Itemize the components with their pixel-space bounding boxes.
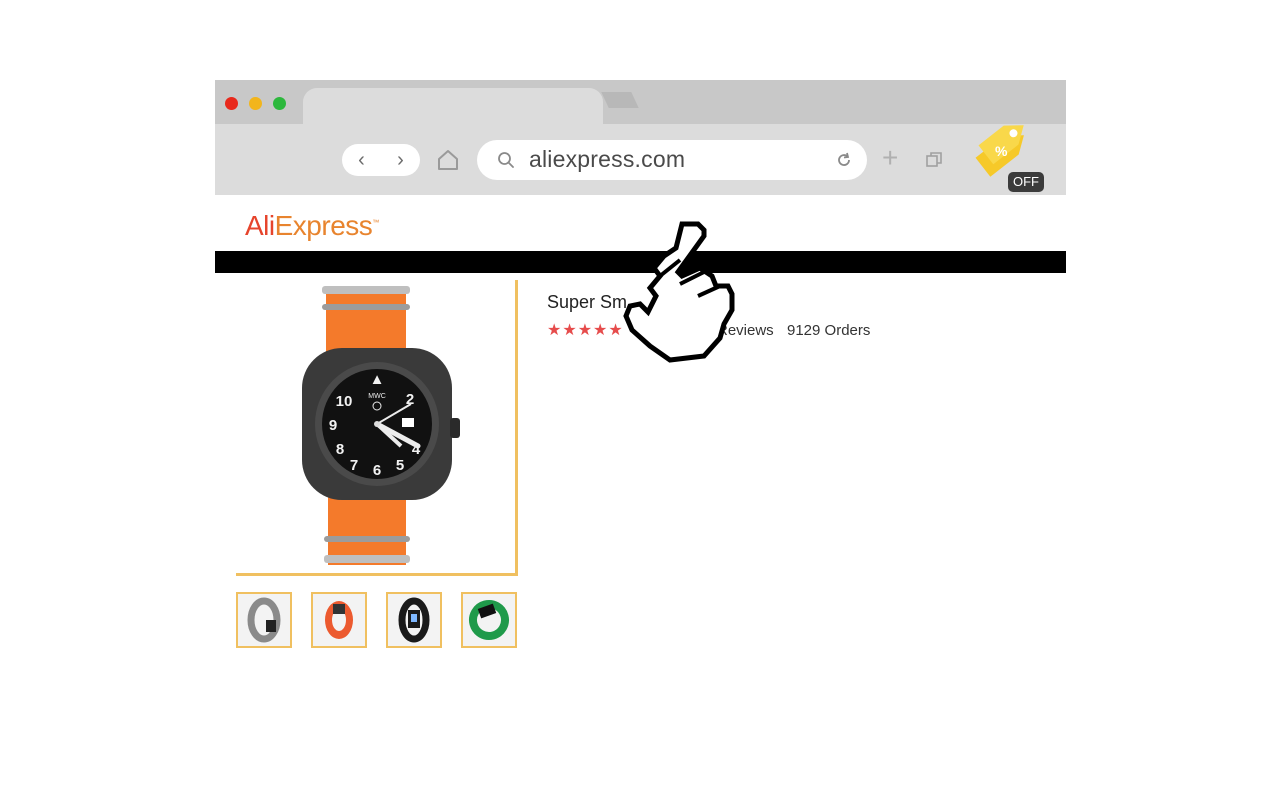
new-tab-icon[interactable]: + bbox=[882, 144, 898, 172]
svg-text:5: 5 bbox=[396, 457, 404, 474]
inactive-tab[interactable] bbox=[601, 92, 639, 108]
thumbnail-4[interactable] bbox=[461, 592, 517, 648]
svg-text:8: 8 bbox=[336, 441, 344, 458]
svg-text:▲: ▲ bbox=[370, 371, 385, 388]
address-bar[interactable]: aliexpress.com bbox=[477, 140, 867, 180]
rating-stars: ★★★★★ bbox=[547, 322, 624, 339]
svg-text:6: 6 bbox=[373, 462, 381, 479]
maximize-window-button[interactable] bbox=[273, 97, 286, 110]
close-window-button[interactable] bbox=[225, 97, 238, 110]
product-title[interactable]: Super Sm bbox=[547, 292, 627, 313]
nav-buttons: ‹ › bbox=[342, 144, 420, 176]
pointer-hand-icon bbox=[623, 221, 735, 363]
thumbnail-2[interactable] bbox=[311, 592, 367, 648]
svg-text:9: 9 bbox=[329, 417, 337, 434]
aliexpress-logo[interactable]: AliExpress™ bbox=[245, 210, 379, 242]
thumbnail-1[interactable] bbox=[236, 592, 292, 648]
url-text: aliexpress.com bbox=[529, 146, 686, 172]
reload-icon[interactable] bbox=[835, 151, 853, 169]
search-icon bbox=[498, 152, 514, 168]
svg-text:10: 10 bbox=[336, 393, 353, 410]
tabs-icon[interactable] bbox=[925, 151, 943, 169]
minimize-window-button[interactable] bbox=[249, 97, 262, 110]
off-badge: OFF bbox=[1008, 172, 1044, 192]
orders-count: 9129 Orders bbox=[787, 322, 871, 339]
svg-text:%: % bbox=[995, 143, 1008, 159]
logo-ali: Ali bbox=[245, 210, 275, 241]
thumbnail-3[interactable] bbox=[386, 592, 442, 648]
home-icon[interactable] bbox=[435, 147, 461, 173]
svg-text:MWC: MWC bbox=[368, 393, 386, 400]
svg-text:7: 7 bbox=[350, 457, 358, 474]
browser-window: ‹ › aliexpress.com + % OFF AliExpress™ ▲… bbox=[215, 80, 1066, 720]
product-main-image[interactable]: ▲ 2 10 9 8 7 6 5 4 MWC bbox=[236, 280, 518, 576]
forward-icon[interactable]: › bbox=[397, 150, 404, 170]
browser-toolbar: ‹ › aliexpress.com + bbox=[215, 124, 1066, 195]
active-tab[interactable] bbox=[303, 88, 603, 126]
logo-express: Express bbox=[274, 210, 373, 241]
tab-strip bbox=[215, 80, 1066, 126]
back-icon[interactable]: ‹ bbox=[358, 150, 365, 170]
watch-image: ▲ 2 10 9 8 7 6 5 4 MWC bbox=[302, 286, 460, 565]
